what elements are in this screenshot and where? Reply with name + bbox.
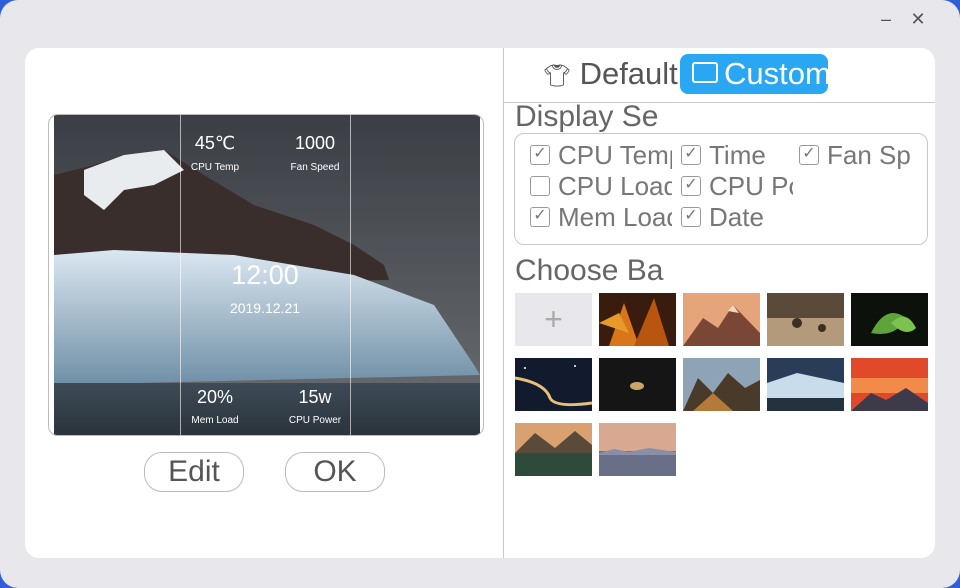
tshirt-icon: 👕︎ <box>543 62 571 88</box>
tab-custom-label: Custom <box>724 56 828 91</box>
display-settings-box: ✓ CPU Temp ✓ Time ✓ Fan Speed CPU Load ✓ CPU… <box>514 133 928 245</box>
option-mem-load[interactable]: ✓ Mem Load <box>530 203 672 231</box>
tab-default-label: Default <box>579 56 678 91</box>
fan-speed-value: 1000 <box>294 133 336 153</box>
edit-button[interactable]: Edit <box>144 452 244 492</box>
checkbox-icon: ✓ <box>681 145 701 166</box>
tab-custom[interactable]: Custom <box>680 54 828 94</box>
background-thumbnail-planet[interactable] <box>599 358 676 411</box>
close-icon[interactable]: ✕ <box>907 8 929 30</box>
option-label: Fan Speed <box>827 141 912 169</box>
option-cpu-temp[interactable]: ✓ CPU Temp <box>530 141 672 169</box>
background-thumbnail-mountain-valley[interactable] <box>683 358 760 411</box>
background-thumbnail-road-night[interactable] <box>515 358 592 411</box>
date-display: 2019.12.21 <box>229 300 301 316</box>
option-label: Time <box>709 141 766 169</box>
cpu-power-value: 15w <box>298 387 332 407</box>
background-thumbnail-red-sky[interactable] <box>851 358 928 411</box>
display-settings-title: Display Se <box>515 100 659 133</box>
background-thumbnail-mountain-sunset[interactable] <box>683 293 760 346</box>
fan-speed-label: Fan Speed <box>290 162 340 173</box>
option-fan-speed[interactable]: ✓ Fan Speed <box>799 141 912 169</box>
mem-load-label: Mem Load <box>191 415 239 426</box>
wallpaper-preview: 45℃ CPU Temp 1000 Fan Speed 12:00 2019.1… <box>48 114 484 436</box>
option-label: CPU Power <box>709 172 793 200</box>
cpu-temp-value: 45℃ <box>194 133 236 153</box>
option-cpu-load[interactable]: CPU Load <box>530 172 672 200</box>
option-date[interactable]: ✓ Date <box>681 203 791 231</box>
option-label: CPU Load <box>558 172 672 200</box>
checkbox-icon: ✓ <box>530 145 550 166</box>
clock-display: 12:00 <box>231 260 299 290</box>
checkbox-icon: ✓ <box>799 145 819 166</box>
option-label: Mem Load <box>558 203 672 231</box>
image-icon <box>692 62 718 84</box>
checkbox-icon <box>530 176 550 197</box>
cpu-power-label: CPU Power <box>288 415 342 426</box>
add-background-button[interactable]: + <box>515 293 592 346</box>
mem-load-value: 20% <box>196 387 234 407</box>
background-thumbnail-desert[interactable] <box>767 293 844 346</box>
background-thumbnail-leaves[interactable] <box>599 293 676 346</box>
checkbox-icon: ✓ <box>530 207 550 228</box>
choose-background-title: Choose Ba <box>515 254 664 287</box>
checkbox-icon: ✓ <box>681 207 701 228</box>
ok-button[interactable]: OK <box>285 452 385 492</box>
main-panel: 45℃ CPU Temp 1000 Fan Speed 12:00 2019.1… <box>25 48 935 558</box>
checkbox-icon: ✓ <box>681 176 701 197</box>
option-cpu-power[interactable]: ✓ CPU Power <box>681 172 793 200</box>
app-window: – ✕ 45℃ CPU Temp 1000 Fan Speed 12:00 20… <box>0 0 960 588</box>
minimize-icon[interactable]: – <box>875 8 897 30</box>
option-time[interactable]: ✓ Time <box>681 141 791 169</box>
background-thumbnail-mist-peaks[interactable] <box>599 423 676 476</box>
panel-divider <box>503 48 504 558</box>
tab-default[interactable]: 👕︎ Default <box>543 54 703 94</box>
option-label: CPU Temp <box>558 141 672 169</box>
cpu-temp-label: CPU Temp <box>190 162 240 173</box>
background-thumbnail-lake-mountain[interactable] <box>515 423 592 476</box>
background-thumbnail-iceberg[interactable] <box>767 358 844 411</box>
option-label: Date <box>709 203 764 231</box>
background-thumbnail-green-plant[interactable] <box>851 293 928 346</box>
